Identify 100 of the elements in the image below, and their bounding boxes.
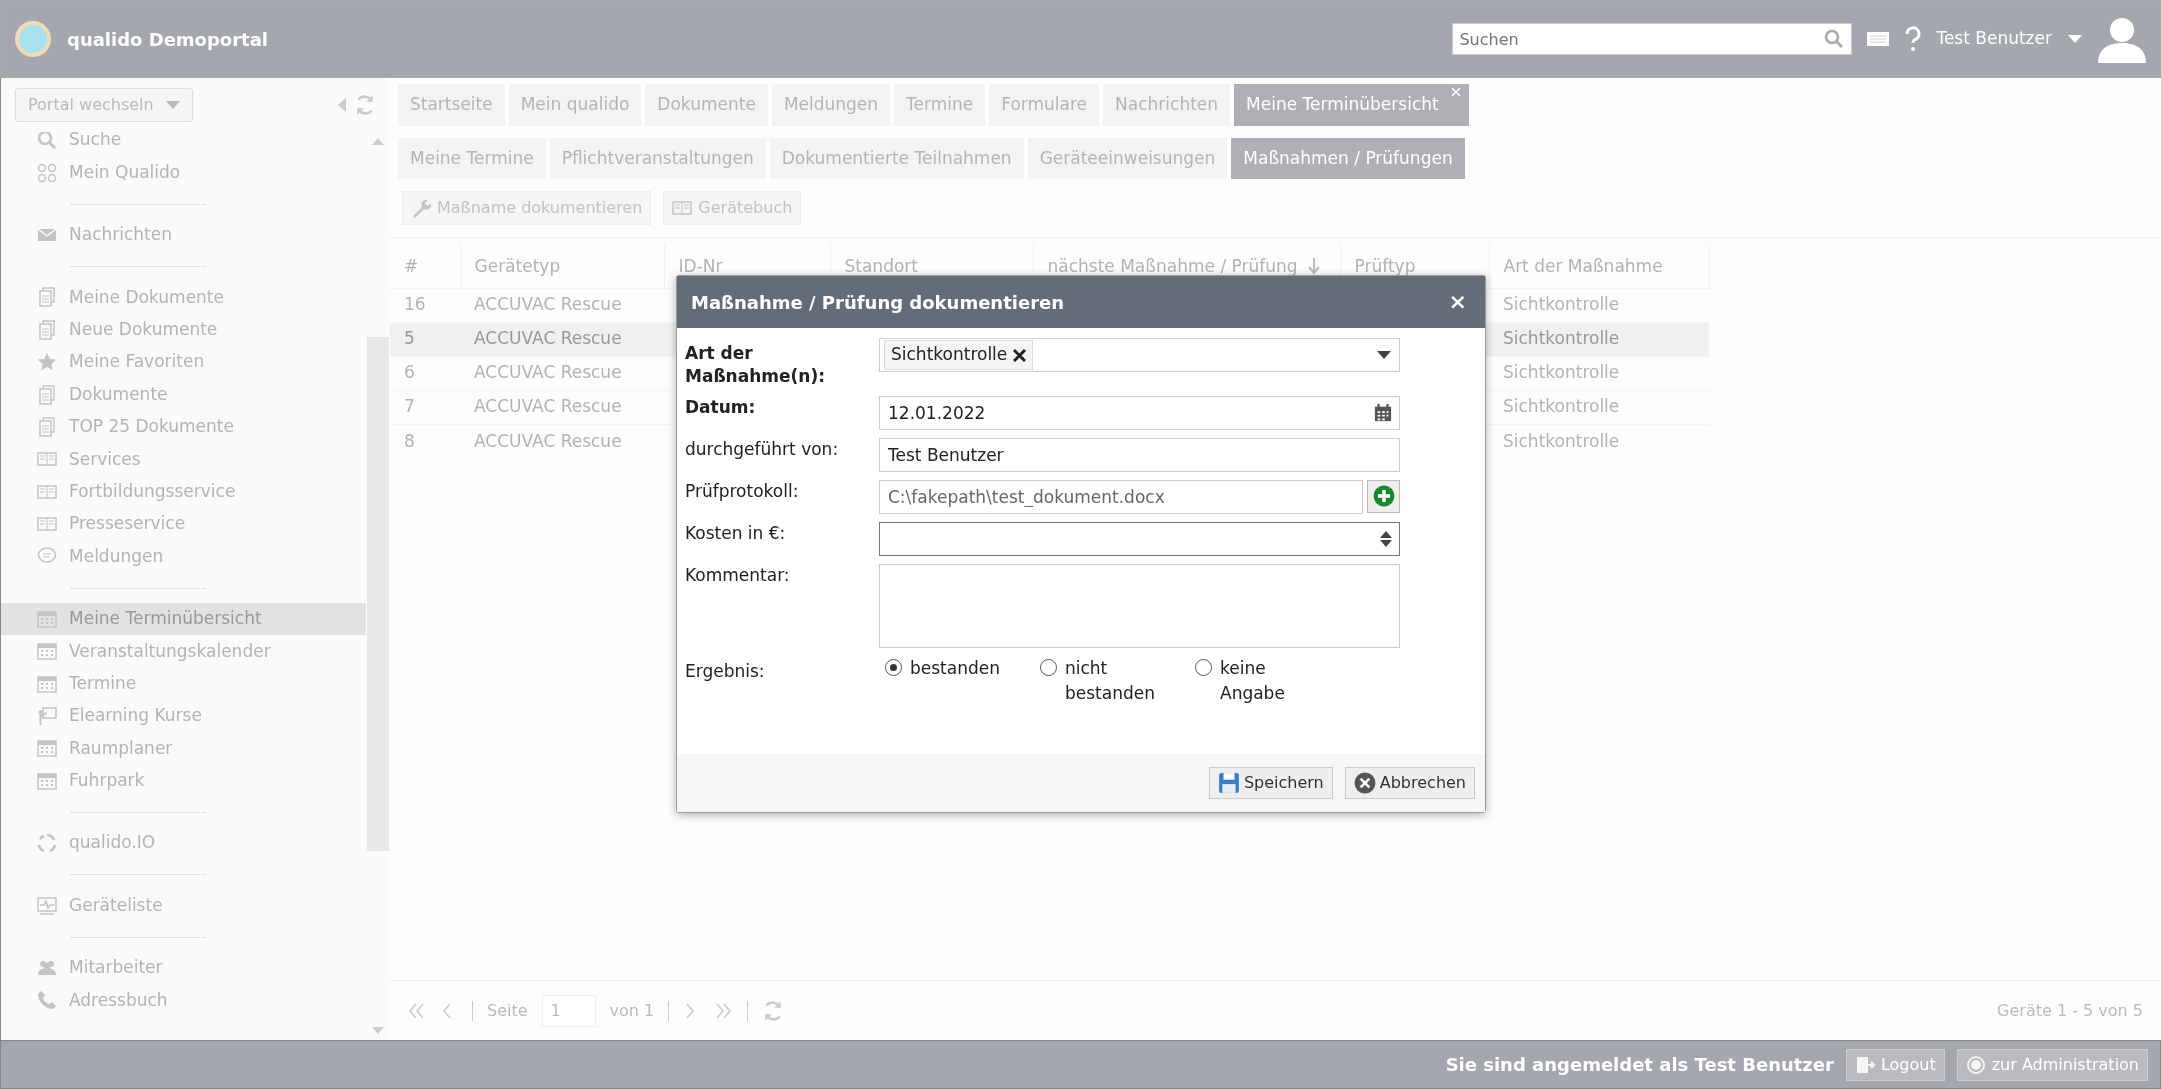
sidebar-item[interactable]: Mein Qualido <box>1 156 366 189</box>
sidebar-item[interactable]: Suche <box>1 132 366 157</box>
sidebar-item[interactable]: Meine Dokumente <box>1 281 366 314</box>
column-header[interactable]: Gerätetyp <box>460 244 664 288</box>
page-field[interactable]: 1 <box>541 994 596 1027</box>
status-bar-button[interactable]: Logout <box>1845 1048 1945 1081</box>
table-cell: Sichtkontrolle <box>1489 390 1709 424</box>
tab[interactable]: Meine Termine <box>398 137 546 179</box>
dropdown-caret-icon[interactable] <box>1377 351 1391 359</box>
table-cell: ACCUVAC Rescue <box>460 424 664 458</box>
sidebar-item[interactable]: Presseservice <box>1 507 366 541</box>
tab[interactable]: Meine Terminübersicht × <box>1234 84 1469 126</box>
sidebar-item[interactable]: Veranstaltungskalender <box>1 635 366 668</box>
tab[interactable]: Formulare <box>989 84 1100 126</box>
keyboard-icon[interactable] <box>1866 30 1891 48</box>
portal-switch-dropdown[interactable]: Portal wechseln <box>15 88 193 122</box>
sidebar-item[interactable]: Fortbildungsservice <box>1 475 366 508</box>
calendar-icon <box>37 673 57 694</box>
sidebar-item[interactable]: Fuhrpark <box>1 764 366 798</box>
collapse-icon[interactable] <box>338 98 346 112</box>
portal-title: qualido Demoportal <box>67 27 269 52</box>
selected-tag[interactable]: Sichtkontrolle <box>884 340 1034 370</box>
scrollbar-thumb[interactable] <box>367 337 389 851</box>
tab[interactable]: Termine <box>894 84 986 126</box>
sidebar-item[interactable]: Dokumente <box>1 378 366 411</box>
number-field[interactable] <box>879 521 1400 556</box>
table-cell: ACCUVAC Rescue <box>460 356 664 390</box>
search-field[interactable]: Suchen <box>1452 23 1853 55</box>
dialog-title: Maßnahme / Prüfung dokumentieren <box>691 290 1065 315</box>
sidebar-item[interactable]: qualido.IO <box>1 827 366 860</box>
scroll-down-icon[interactable] <box>372 1027 384 1034</box>
table-cell: 5 <box>390 322 460 356</box>
field-label: Ergebnis: <box>685 659 766 683</box>
comment-field[interactable] <box>879 563 1400 648</box>
caret-icon <box>2068 35 2082 43</box>
calendar-icon <box>37 770 57 791</box>
search-icon <box>37 132 57 151</box>
sidebar-item[interactable]: Services <box>1 443 366 476</box>
tab[interactable]: Maßnahmen / Prüfungen <box>1231 137 1465 179</box>
sidebar-item[interactable]: Nachrichten <box>1 218 366 252</box>
refresh-icon[interactable] <box>354 94 376 116</box>
login-status: Sie sind angemeldet als Test Benutzer <box>1445 1053 1834 1077</box>
cycle-icon <box>37 833 57 854</box>
field-label: Datum: <box>685 395 757 419</box>
sidebar-item[interactable]: Mitarbeiter <box>1 951 366 985</box>
first-page-icon[interactable] <box>408 1002 426 1019</box>
table-cell: 7 <box>390 390 460 424</box>
status-bar-button[interactable]: zur Administration <box>1956 1048 2148 1081</box>
tab[interactable]: Dokumente <box>645 84 768 126</box>
search-icon <box>1824 29 1845 49</box>
tag-select-field[interactable]: Sichtkontrolle <box>879 338 1400 372</box>
text-field[interactable]: Test Benutzer <box>879 437 1400 472</box>
last-page-icon[interactable] <box>715 1002 734 1019</box>
sidebar-item[interactable]: TOP 25 Dokumente <box>1 410 366 444</box>
file-path-field[interactable]: C:\fakepath\test_dokument.docx <box>879 479 1363 514</box>
table-cell: 6 <box>390 356 460 390</box>
column-header[interactable]: # <box>390 244 460 288</box>
page-count: von 1 <box>609 999 655 1022</box>
add-file-button[interactable] <box>1367 479 1400 513</box>
monitor-icon <box>37 895 57 916</box>
sidebar-item[interactable]: Geräteliste <box>1 889 366 922</box>
table-cell: ACCUVAC Rescue <box>460 390 664 424</box>
radio-option[interactable]: bestanden <box>885 655 1040 707</box>
calendar-icon <box>37 738 57 759</box>
scroll-up-icon[interactable] <box>372 138 384 145</box>
radio-option[interactable]: nicht bestanden <box>1040 655 1195 707</box>
radio-option[interactable]: keine Angabe <box>1195 655 1350 707</box>
remove-icon[interactable] <box>1013 348 1027 362</box>
dialog-button[interactable]: Abbrechen <box>1344 767 1475 799</box>
column-header[interactable]: Art der Maßnahme <box>1489 244 1709 288</box>
page-label: Seite <box>487 999 528 1022</box>
close-button[interactable]: × <box>1444 291 1471 313</box>
tab[interactable]: Dokumentierte Teilnahmen <box>769 137 1024 179</box>
spinner-icon[interactable] <box>1380 530 1392 547</box>
tab[interactable]: Geräteeinweisungen <box>1027 137 1228 179</box>
sidebar-item[interactable]: Raumplaner <box>1 732 366 765</box>
tab[interactable]: Nachrichten <box>1103 84 1231 126</box>
calendar-icon[interactable] <box>1374 403 1392 422</box>
tab[interactable]: Startseite <box>398 84 505 126</box>
close-icon[interactable]: × <box>1449 84 1463 100</box>
record-summary: Geräte 1 - 5 von 5 <box>1997 999 2143 1022</box>
tab[interactable]: Pflichtveranstaltungen <box>549 137 766 179</box>
date-field[interactable]: 12.01.2022 <box>879 395 1400 430</box>
sidebar-item[interactable]: Meldungen <box>1 540 366 573</box>
sidebar-item[interactable]: Meine Favoriten <box>1 345 366 379</box>
user-menu[interactable]: Test Benutzer <box>1936 26 2082 52</box>
tab[interactable]: Meldungen <box>771 84 891 126</box>
sidebar-item[interactable]: Elearning Kurse <box>1 699 366 733</box>
table-cell: Sichtkontrolle <box>1489 322 1709 356</box>
tab[interactable]: Mein qualido <box>508 84 642 126</box>
sidebar-item[interactable]: Termine <box>1 667 366 700</box>
help-icon[interactable] <box>1904 26 1923 52</box>
sidebar-item[interactable]: Meine Terminübersicht <box>1 602 366 636</box>
documents-icon <box>37 384 57 405</box>
table-cell: Sichtkontrolle <box>1489 356 1709 390</box>
logo-icon <box>13 19 53 59</box>
sidebar-item[interactable]: Adressbuch <box>1 984 366 1017</box>
dialog-button[interactable]: Speichern <box>1208 767 1333 799</box>
door-icon <box>1854 1054 1875 1075</box>
sidebar-item[interactable]: Neue Dokumente <box>1 313 366 346</box>
